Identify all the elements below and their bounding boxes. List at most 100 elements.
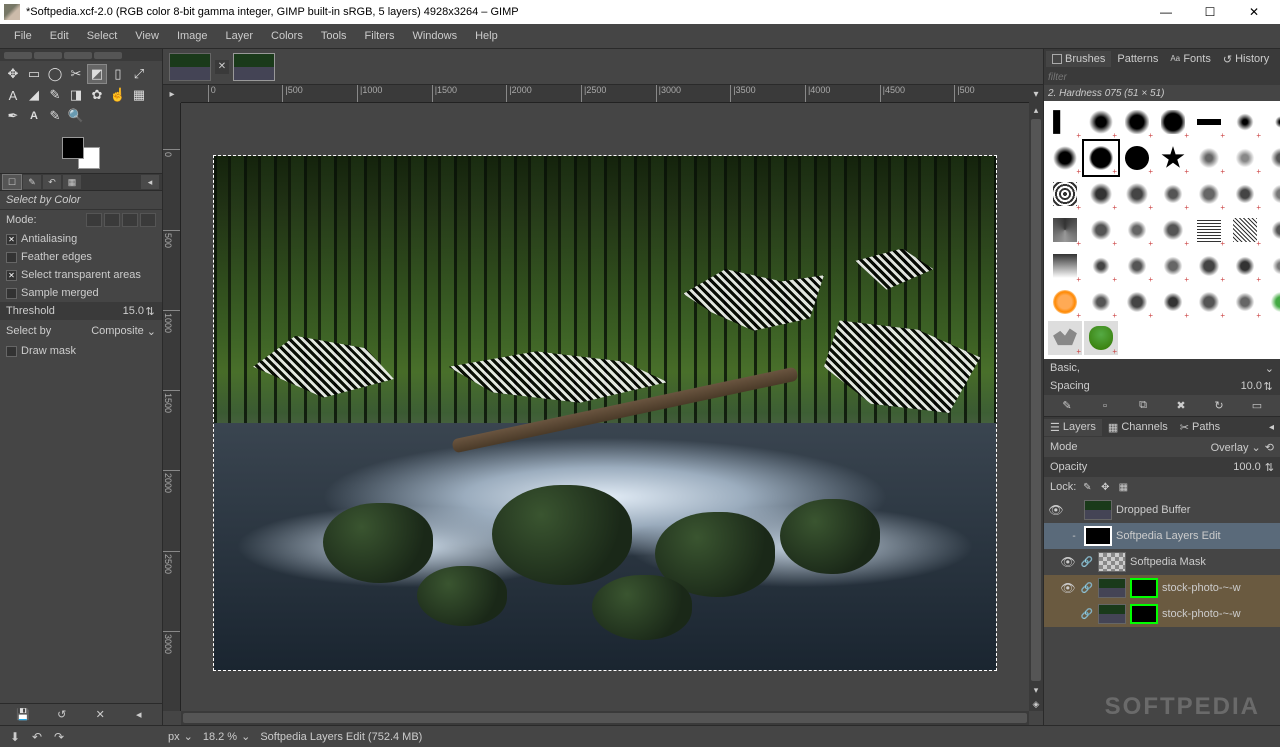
brush-item[interactable] — [1048, 249, 1082, 283]
dup-brush-button[interactable]: ⧉ — [1134, 398, 1152, 414]
mode-dropdown[interactable]: Overlay ⌄ — [1082, 441, 1261, 454]
dock-menu-button[interactable]: ◂ — [1275, 52, 1280, 67]
brush-item[interactable] — [1120, 141, 1154, 175]
menu-view[interactable]: View — [127, 27, 167, 45]
brush-item[interactable] — [1192, 177, 1226, 211]
minimize-button[interactable]: — — [1144, 0, 1188, 24]
close-button[interactable]: ✕ — [1232, 0, 1276, 24]
brush-item[interactable] — [1156, 249, 1190, 283]
tool-measure[interactable]: ✎ — [46, 107, 64, 125]
brush-item[interactable] — [1156, 105, 1190, 139]
tool-zoom[interactable]: 🔍 — [67, 107, 85, 125]
tool-select-by-color[interactable]: ◩ — [88, 65, 106, 83]
delete-preset-button[interactable]: ✕ — [91, 707, 109, 723]
menu-windows[interactable]: Windows — [404, 27, 465, 45]
brush-item[interactable] — [1048, 177, 1082, 211]
visibility-toggle[interactable]: 👁 — [1060, 581, 1076, 595]
brush-item[interactable] — [1264, 213, 1280, 247]
brush-item[interactable] — [1192, 105, 1226, 139]
nav-preview-button[interactable]: ◈ — [1029, 697, 1043, 711]
tab-paths[interactable]: ✂Paths — [1174, 419, 1226, 436]
draw-mask-checkbox[interactable] — [6, 346, 17, 357]
layer-name[interactable]: Softpedia Mask — [1130, 556, 1276, 568]
sample-merged-checkbox[interactable] — [6, 288, 17, 299]
spacing-spinner[interactable]: ⇅ — [1262, 380, 1274, 393]
menu-layer[interactable]: Layer — [218, 27, 262, 45]
layer-thumbnail[interactable] — [1098, 578, 1126, 598]
brush-item[interactable] — [1048, 285, 1082, 319]
brush-filter-input[interactable]: filter — [1044, 69, 1280, 85]
tab-patterns[interactable]: Patterns — [1111, 51, 1164, 67]
image-display[interactable] — [213, 155, 997, 671]
tool-ellipse-select[interactable]: ◯ — [46, 65, 64, 83]
antialiasing-checkbox[interactable]: ✕ — [6, 234, 17, 245]
layer-row[interactable]: 🔗 stock-photo-~-w — [1044, 601, 1280, 627]
tool-options-tab[interactable]: ☐ — [3, 175, 21, 189]
tool-bucket[interactable]: ◢ — [25, 86, 43, 104]
mode-switch-button[interactable]: ⟲ — [1265, 441, 1274, 454]
tool-paintbrush[interactable]: ✎ — [46, 86, 64, 104]
layer-row[interactable]: 👁 🔗 Softpedia Mask — [1044, 549, 1280, 575]
redo-button[interactable]: ↷ — [50, 729, 68, 745]
layers-menu-button[interactable]: ◂ — [1263, 420, 1280, 435]
brush-item[interactable] — [1264, 141, 1280, 175]
visibility-toggle[interactable]: 👁 — [1060, 555, 1076, 569]
menu-tools[interactable]: Tools — [313, 27, 355, 45]
tool-crop[interactable]: ▯ — [109, 65, 127, 83]
brush-item[interactable] — [1156, 177, 1190, 211]
maximize-button[interactable]: ☐ — [1188, 0, 1232, 24]
brush-item[interactable] — [1084, 321, 1118, 355]
save-preset-button[interactable]: 💾 — [14, 707, 32, 723]
layer-name[interactable]: Softpedia Layers Edit — [1116, 530, 1276, 542]
brush-item[interactable] — [1192, 249, 1226, 283]
brush-item[interactable] — [1192, 213, 1226, 247]
brush-item[interactable] — [1084, 285, 1118, 319]
layer-row[interactable]: - Softpedia Layers Edit — [1044, 523, 1280, 549]
ruler-origin[interactable]: ▸ — [163, 85, 181, 103]
brush-item[interactable] — [1120, 213, 1154, 247]
brush-item[interactable] — [1084, 141, 1118, 175]
brush-item[interactable] — [1084, 249, 1118, 283]
lock-position-button[interactable]: ✥ — [1098, 480, 1112, 494]
transparent-checkbox[interactable]: ✕ — [6, 270, 17, 281]
menu-help[interactable]: Help — [467, 27, 506, 45]
brush-item[interactable] — [1048, 213, 1082, 247]
layer-thumbnail[interactable] — [1084, 500, 1112, 520]
layer-row[interactable]: 👁 Dropped Buffer — [1044, 497, 1280, 523]
tab-layers[interactable]: ☰Layers — [1044, 419, 1102, 436]
foreground-color[interactable] — [62, 137, 84, 159]
layer-name[interactable]: Dropped Buffer — [1116, 504, 1276, 516]
tool-smudge[interactable]: ☝ — [109, 86, 127, 104]
tool-move[interactable]: ✥ — [4, 65, 22, 83]
link-toggle[interactable]: 🔗 — [1080, 557, 1094, 568]
edit-brush-button[interactable]: ✎ — [1058, 398, 1076, 414]
restore-preset-button[interactable]: ↺ — [53, 707, 71, 723]
tool-transform[interactable]: ⤢ — [130, 65, 148, 83]
zoom-dropdown[interactable]: 18.2 % ⌄ — [203, 730, 250, 743]
brush-item[interactable] — [1228, 213, 1262, 247]
canvas[interactable] — [181, 103, 1029, 711]
save-button[interactable]: ⬇ — [6, 729, 24, 745]
opacity-spinner[interactable]: ⇅ — [1265, 461, 1274, 474]
layer-mask-thumbnail[interactable] — [1130, 604, 1158, 624]
tool-clone[interactable]: ✿ — [88, 86, 106, 104]
layer-thumbnail[interactable] — [1084, 526, 1112, 546]
brush-item[interactable] — [1120, 249, 1154, 283]
ruler-vertical[interactable]: 050010001500200025003000 — [163, 103, 181, 711]
layer-thumbnail[interactable] — [1098, 604, 1126, 624]
layer-row[interactable]: 👁 🔗 stock-photo-~-w — [1044, 575, 1280, 601]
brush-item[interactable] — [1120, 285, 1154, 319]
reset-button[interactable]: ◂ — [130, 707, 148, 723]
link-toggle[interactable]: 🔗 — [1080, 609, 1094, 620]
menu-file[interactable]: File — [6, 27, 40, 45]
tool-text[interactable]: A — [4, 86, 22, 104]
brush-preset-dropdown[interactable]: Basic,⌄ — [1044, 359, 1280, 377]
brush-item[interactable] — [1084, 213, 1118, 247]
tab-channels[interactable]: ▦Channels — [1102, 419, 1174, 436]
selectby-dropdown[interactable]: Composite⌄ — [91, 325, 156, 338]
lock-alpha-button[interactable]: ▦ — [1116, 480, 1130, 494]
brush-item[interactable] — [1084, 105, 1118, 139]
brush-item[interactable] — [1228, 105, 1262, 139]
undo-button[interactable]: ↶ — [28, 729, 46, 745]
brush-item[interactable] — [1228, 249, 1262, 283]
